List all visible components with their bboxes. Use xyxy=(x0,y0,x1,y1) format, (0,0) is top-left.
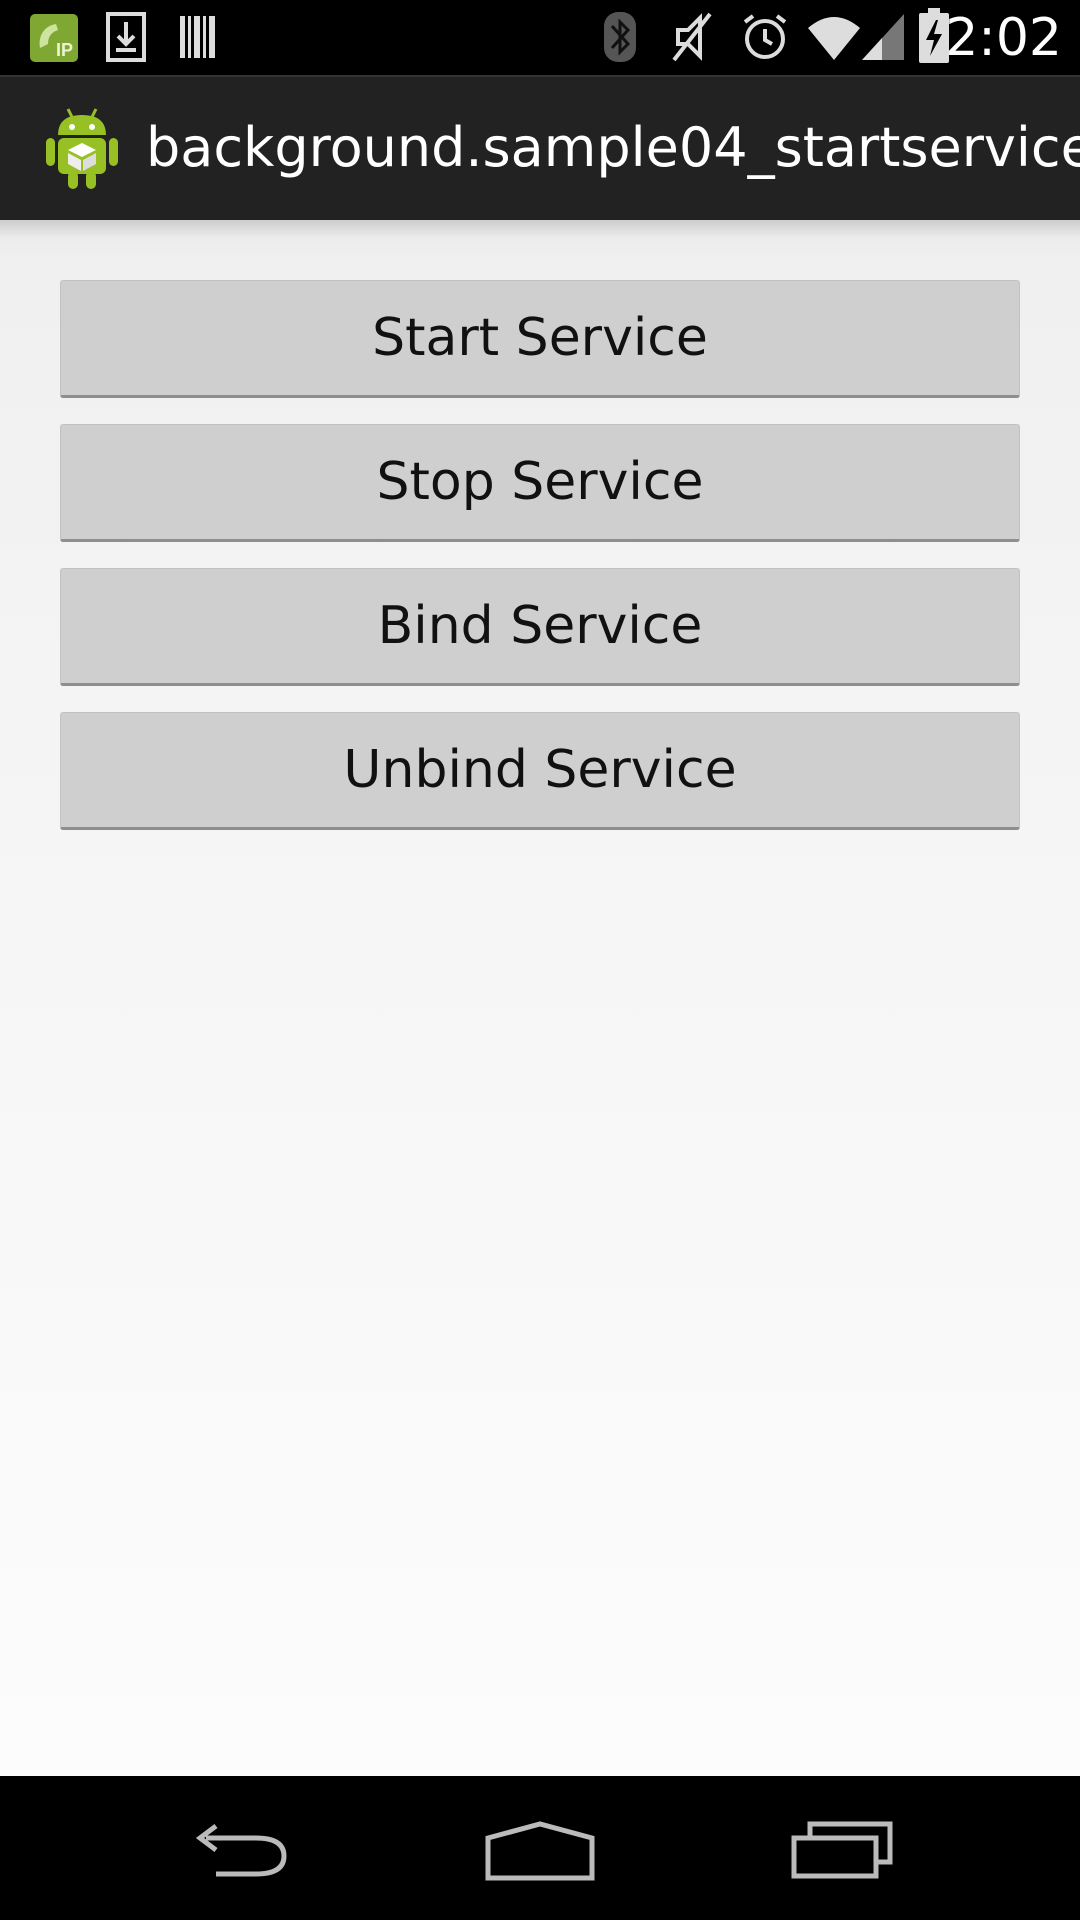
start-service-button[interactable]: Start Service xyxy=(60,280,1020,398)
ip-call-icon: IP xyxy=(30,14,78,66)
status-bar: IP 2:02 xyxy=(0,0,1080,75)
start-service-label: Start Service xyxy=(372,308,708,368)
bind-service-button[interactable]: Bind Service xyxy=(60,568,1020,686)
navigation-bar xyxy=(0,1776,1080,1920)
action-bar: background.sample04_startservice xyxy=(0,75,1080,220)
content-area: Start Service Stop Service Bind Service … xyxy=(0,220,1080,1776)
download-icon xyxy=(106,12,146,66)
unbind-service-button[interactable]: Unbind Service xyxy=(60,712,1020,830)
stop-service-label: Stop Service xyxy=(376,452,704,512)
svg-text:IP: IP xyxy=(56,40,73,60)
signal-icon xyxy=(860,12,906,66)
bind-service-label: Bind Service xyxy=(377,596,703,656)
recents-icon[interactable] xyxy=(790,1820,896,1884)
app-title: background.sample04_startservice xyxy=(146,116,1080,179)
stop-service-button[interactable]: Stop Service xyxy=(60,424,1020,542)
alarm-icon xyxy=(740,12,790,66)
mute-icon xyxy=(670,10,716,68)
unbind-service-label: Unbind Service xyxy=(343,740,737,800)
back-icon[interactable] xyxy=(186,1822,292,1886)
android-app-icon xyxy=(44,105,120,195)
barcode-icon xyxy=(178,12,218,66)
home-icon[interactable] xyxy=(484,1820,596,1886)
wifi-icon xyxy=(806,12,862,66)
bluetooth-icon xyxy=(602,10,638,68)
status-time: 2:02 xyxy=(945,8,1062,68)
